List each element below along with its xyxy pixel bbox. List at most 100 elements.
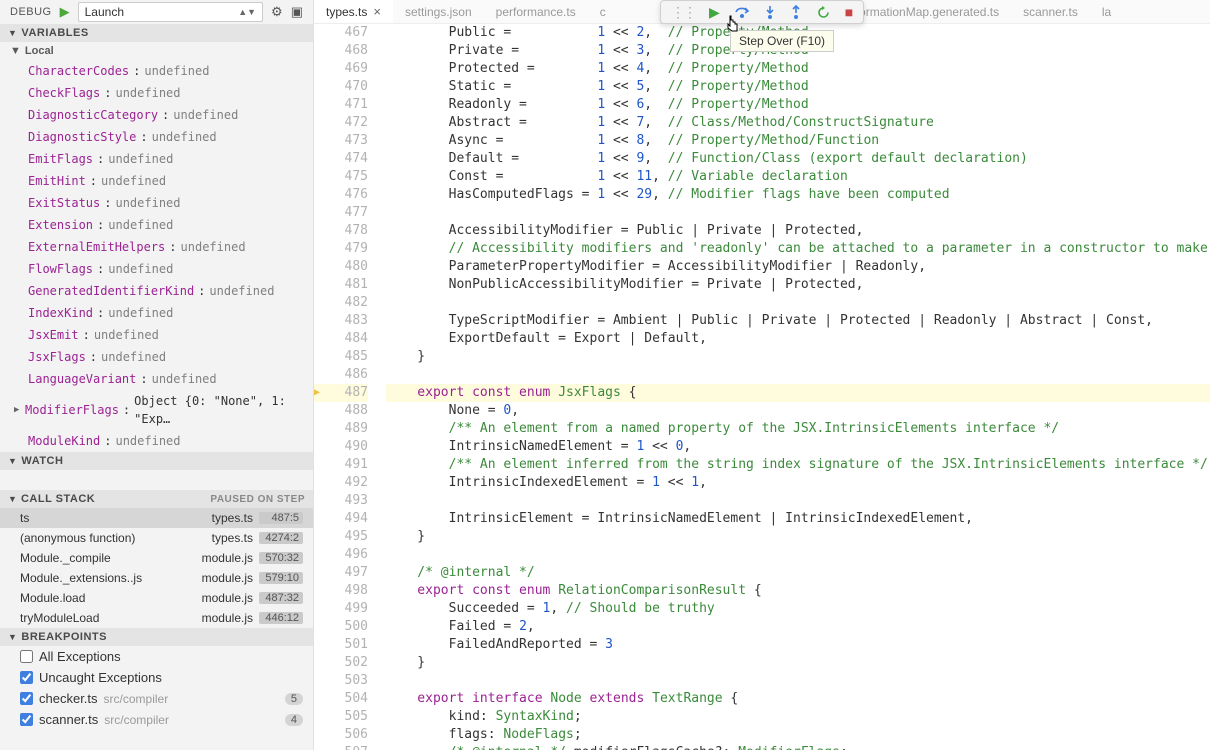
line-number[interactable]: 497: [314, 564, 368, 582]
editor-tab[interactable]: c: [588, 0, 618, 23]
line-number[interactable]: 481: [314, 276, 368, 294]
code-line[interactable]: // Accessibility modifiers and 'readonly…: [386, 240, 1210, 258]
line-number[interactable]: 485: [314, 348, 368, 366]
line-number[interactable]: 499: [314, 600, 368, 618]
line-number[interactable]: 475: [314, 168, 368, 186]
code-line[interactable]: }: [386, 348, 1210, 366]
line-number[interactable]: 506: [314, 726, 368, 744]
code-line[interactable]: [386, 294, 1210, 312]
code-line[interactable]: }: [386, 528, 1210, 546]
restart-button[interactable]: [816, 5, 831, 20]
step-over-button[interactable]: [734, 5, 750, 19]
close-icon[interactable]: ×: [373, 4, 381, 19]
code-line[interactable]: flags: NodeFlags;: [386, 726, 1210, 744]
code-line[interactable]: Abstract = 1 << 7, // Class/Method/Const…: [386, 114, 1210, 132]
line-number[interactable]: 491: [314, 456, 368, 474]
line-number[interactable]: 479: [314, 240, 368, 258]
code-line[interactable]: }: [386, 654, 1210, 672]
breakpoint-row[interactable]: All Exceptions: [0, 646, 313, 667]
stack-frame[interactable]: Module._extensions..jsmodule.js579:10: [0, 568, 313, 588]
code-line[interactable]: IntrinsicElement = IntrinsicNamedElement…: [386, 510, 1210, 528]
code-line[interactable]: ExportDefault = Export | Default,: [386, 330, 1210, 348]
code-line[interactable]: export const enum RelationComparisonResu…: [386, 582, 1210, 600]
breakpoint-row[interactable]: checker.tssrc/compiler5: [0, 688, 313, 709]
code-line[interactable]: None = 0,: [386, 402, 1210, 420]
code-line[interactable]: Static = 1 << 5, // Property/Method: [386, 78, 1210, 96]
local-scope-header[interactable]: ▼ Local: [0, 42, 313, 60]
code-line[interactable]: [386, 204, 1210, 222]
code-line[interactable]: kind: SyntaxKind;: [386, 708, 1210, 726]
line-number[interactable]: 507: [314, 744, 368, 750]
line-number[interactable]: 470: [314, 78, 368, 96]
line-number[interactable]: 468: [314, 42, 368, 60]
line-number[interactable]: 492: [314, 474, 368, 492]
grip-icon[interactable]: ⋮⋮: [671, 4, 695, 21]
variable-row[interactable]: FlowFlags: undefined: [0, 258, 313, 280]
code-editor[interactable]: 4674684694704714724734744754764774784794…: [314, 24, 1210, 750]
line-number[interactable]: 472: [314, 114, 368, 132]
variable-row[interactable]: ModuleKind: undefined: [0, 430, 313, 452]
code-line[interactable]: /* @internal */: [386, 564, 1210, 582]
step-into-button[interactable]: [764, 5, 776, 19]
debug-console-icon[interactable]: ▣: [291, 4, 303, 20]
stack-frame[interactable]: tryModuleLoadmodule.js446:12: [0, 608, 313, 628]
variable-row[interactable]: Extension: undefined: [0, 214, 313, 236]
line-number[interactable]: 469: [314, 60, 368, 78]
stack-frame[interactable]: Module._compilemodule.js570:32: [0, 548, 313, 568]
variable-row[interactable]: ExitStatus: undefined: [0, 192, 313, 214]
line-number[interactable]: 505: [314, 708, 368, 726]
variable-row[interactable]: LanguageVariant: undefined: [0, 368, 313, 390]
editor-tab[interactable]: performance.ts: [484, 0, 588, 23]
variable-row[interactable]: ▶ModifierFlags: Object {0: "None", 1: "E…: [0, 390, 313, 430]
stack-frame[interactable]: (anonymous function)types.ts4274:2: [0, 528, 313, 548]
bp-checkbox[interactable]: [20, 650, 33, 663]
stack-frame[interactable]: tstypes.ts487:5: [0, 508, 313, 528]
step-out-button[interactable]: [790, 5, 802, 19]
variable-row[interactable]: GeneratedIdentifierKind: undefined: [0, 280, 313, 302]
line-number[interactable]: 503: [314, 672, 368, 690]
callstack-header[interactable]: ▼ CALL STACK PAUSED ON STEP: [0, 490, 313, 508]
breakpoint-row[interactable]: scanner.tssrc/compiler4: [0, 709, 313, 730]
code-line[interactable]: TypeScriptModifier = Ambient | Public | …: [386, 312, 1210, 330]
code-line[interactable]: [386, 366, 1210, 384]
code-line[interactable]: /* @internal */ modifierFlagsCache?: Mod…: [386, 744, 1210, 750]
variable-row[interactable]: EmitHint: undefined: [0, 170, 313, 192]
editor-tab[interactable]: scanner.ts: [1011, 0, 1090, 23]
breakpoints-header[interactable]: ▼ BREAKPOINTS: [0, 628, 313, 646]
editor-tab[interactable]: types.ts×: [314, 0, 393, 23]
code-line[interactable]: [386, 492, 1210, 510]
bp-checkbox[interactable]: [20, 671, 33, 684]
code-line[interactable]: Async = 1 << 8, // Property/Method/Funct…: [386, 132, 1210, 150]
launch-config-select[interactable]: Launch ▲▼: [78, 2, 263, 22]
variable-row[interactable]: JsxFlags: undefined: [0, 346, 313, 368]
code-line[interactable]: HasComputedFlags = 1 << 29, // Modifier …: [386, 186, 1210, 204]
breakpoint-row[interactable]: Uncaught Exceptions: [0, 667, 313, 688]
line-number[interactable]: 489: [314, 420, 368, 438]
variable-row[interactable]: EmitFlags: undefined: [0, 148, 313, 170]
line-number[interactable]: 487: [314, 384, 368, 402]
variable-row[interactable]: CharacterCodes: undefined: [0, 60, 313, 82]
code-line[interactable]: [386, 546, 1210, 564]
variable-row[interactable]: DiagnosticCategory: undefined: [0, 104, 313, 126]
line-number[interactable]: 500: [314, 618, 368, 636]
code-line[interactable]: FailedAndReported = 3: [386, 636, 1210, 654]
line-number[interactable]: 484: [314, 330, 368, 348]
stack-frame[interactable]: Module.loadmodule.js487:32: [0, 588, 313, 608]
line-number[interactable]: 490: [314, 438, 368, 456]
line-number[interactable]: 467: [314, 24, 368, 42]
gear-icon[interactable]: ⚙: [271, 4, 283, 20]
code-line[interactable]: Failed = 2,: [386, 618, 1210, 636]
bp-checkbox[interactable]: [20, 692, 33, 705]
code-line[interactable]: /** An element inferred from the string …: [386, 456, 1210, 474]
line-number[interactable]: 477: [314, 204, 368, 222]
code-line[interactable]: export interface Node extends TextRange …: [386, 690, 1210, 708]
code-body[interactable]: Public = 1 << 2, // Property/Method Priv…: [386, 24, 1210, 750]
line-number[interactable]: 502: [314, 654, 368, 672]
line-number[interactable]: 486: [314, 366, 368, 384]
editor-tab[interactable]: settings.json: [393, 0, 484, 23]
code-line[interactable]: [386, 672, 1210, 690]
line-number[interactable]: 496: [314, 546, 368, 564]
line-number[interactable]: 483: [314, 312, 368, 330]
line-number[interactable]: 480: [314, 258, 368, 276]
line-number[interactable]: 473: [314, 132, 368, 150]
